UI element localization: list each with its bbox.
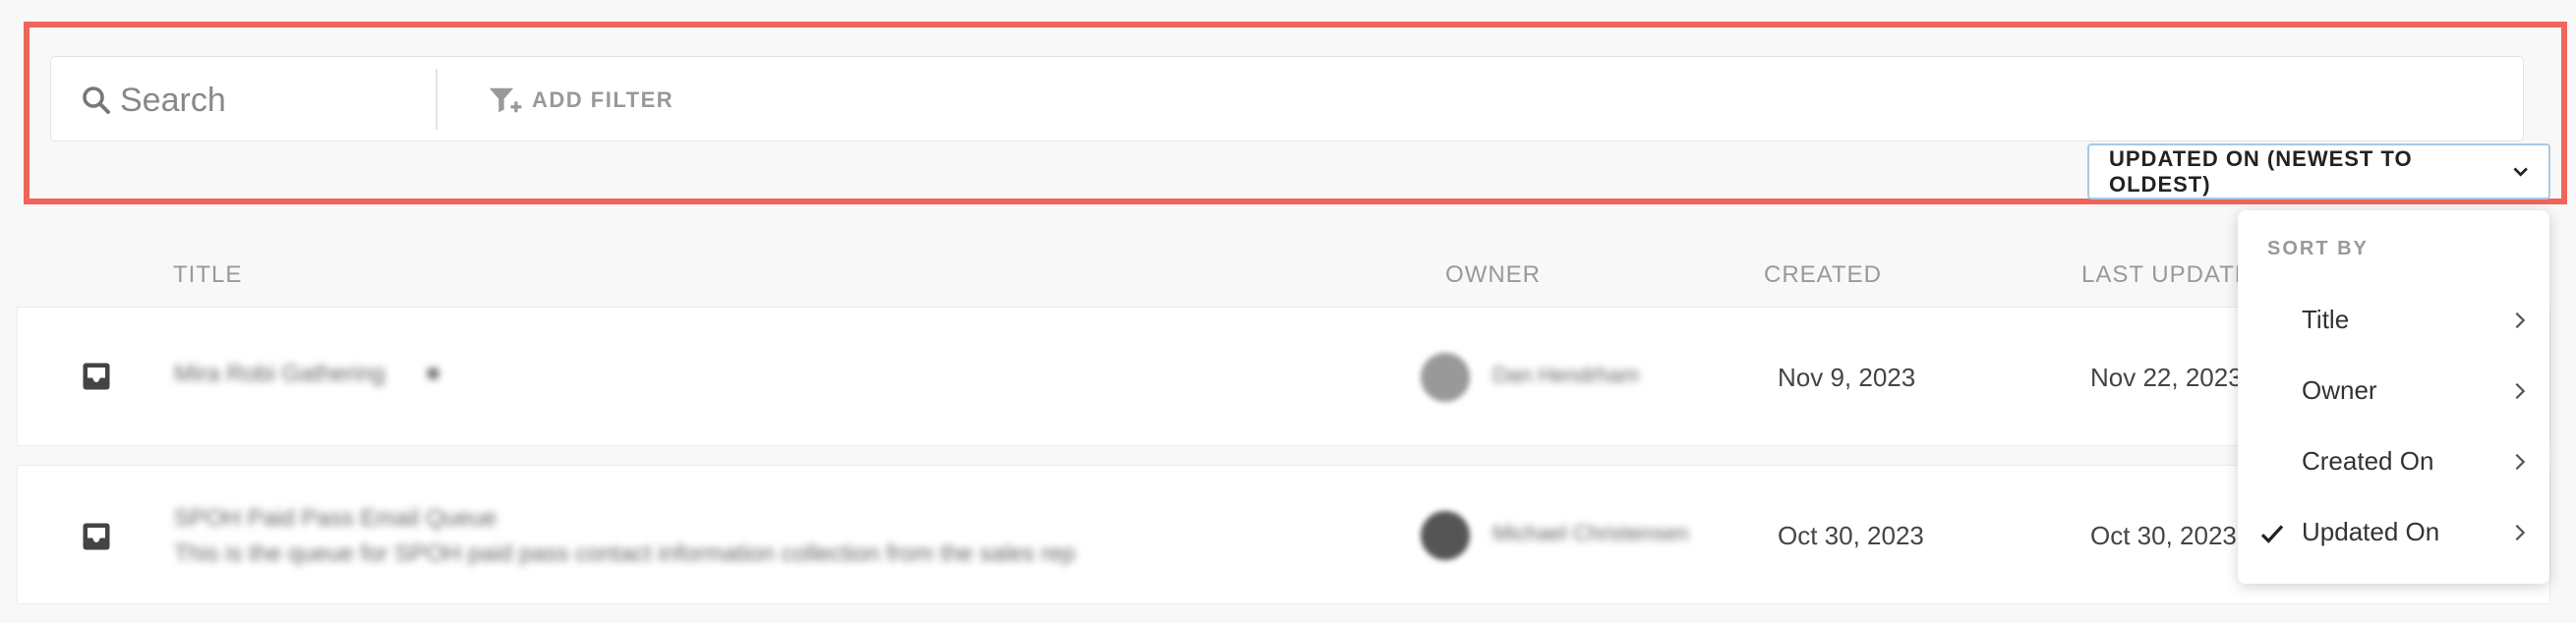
sort-option-created-on[interactable]: Created On <box>2238 426 2549 497</box>
row-owner: Dan Hendrham <box>1493 363 1640 387</box>
row-description: This is the queue for SPOH paid pass con… <box>174 540 1076 567</box>
avatar <box>1421 353 1470 402</box>
chevron-right-icon <box>2515 524 2526 541</box>
table-row[interactable]: SPOH Paid Pass Email Queue This is the q… <box>17 465 2550 604</box>
column-header-owner[interactable]: OWNER <box>1445 261 1541 289</box>
avatar <box>1421 511 1470 560</box>
row-updated: Nov 22, 2023 <box>2090 363 2243 392</box>
sort-option-title[interactable]: Title <box>2238 285 2549 356</box>
sort-menu-header: SORT BY <box>2267 238 2369 259</box>
search-icon <box>83 86 110 114</box>
inbox-icon <box>83 363 110 390</box>
chevron-right-icon <box>2515 382 2526 400</box>
filter-add-icon <box>489 87 522 113</box>
sort-menu: SORT BY Title Owner Created On Updated O… <box>2238 210 2549 584</box>
row-title[interactable]: SPOH Paid Pass Email Queue <box>174 505 497 533</box>
row-created: Nov 9, 2023 <box>1778 363 1916 392</box>
sort-option-updated-on[interactable]: Updated On <box>2238 497 2549 568</box>
sort-option-label: Updated On <box>2302 517 2440 546</box>
chevron-right-icon <box>2515 312 2526 329</box>
row-owner: Michael Christensen <box>1493 521 1689 545</box>
sort-button-label: UPDATED ON (NEWEST TO OLDEST) <box>2109 145 2413 197</box>
sort-option-label: Title <box>2302 305 2350 334</box>
sort-option-label: Owner <box>2302 375 2377 405</box>
sort-dropdown-button[interactable]: UPDATED ON (NEWEST TO OLDEST) <box>2087 143 2550 199</box>
inbox-icon <box>83 523 110 550</box>
search-input[interactable]: Search <box>120 83 226 118</box>
add-filter-button[interactable]: ADD FILTER <box>487 81 673 120</box>
check-icon <box>2260 525 2284 543</box>
add-filter-label: ADD FILTER <box>532 87 674 112</box>
chevron-down-icon <box>2513 166 2528 177</box>
search-divider <box>436 69 438 130</box>
table-row[interactable]: Mira Robi Gathering ● Dan Hendrham Nov 9… <box>17 307 2550 446</box>
lock-icon: ● <box>425 357 441 387</box>
row-created: Oct 30, 2023 <box>1778 521 1924 550</box>
sort-option-owner[interactable]: Owner <box>2238 356 2549 426</box>
chevron-right-icon <box>2515 453 2526 471</box>
row-title[interactable]: Mira Robi Gathering <box>174 361 385 388</box>
row-updated: Oct 30, 2023 <box>2090 521 2237 550</box>
column-header-title[interactable]: TITLE <box>173 261 242 289</box>
column-header-created[interactable]: CREATED <box>1764 261 1882 289</box>
search-filter-bar: Search ADD FILTER <box>50 56 2524 142</box>
sort-option-label: Created On <box>2302 446 2434 476</box>
